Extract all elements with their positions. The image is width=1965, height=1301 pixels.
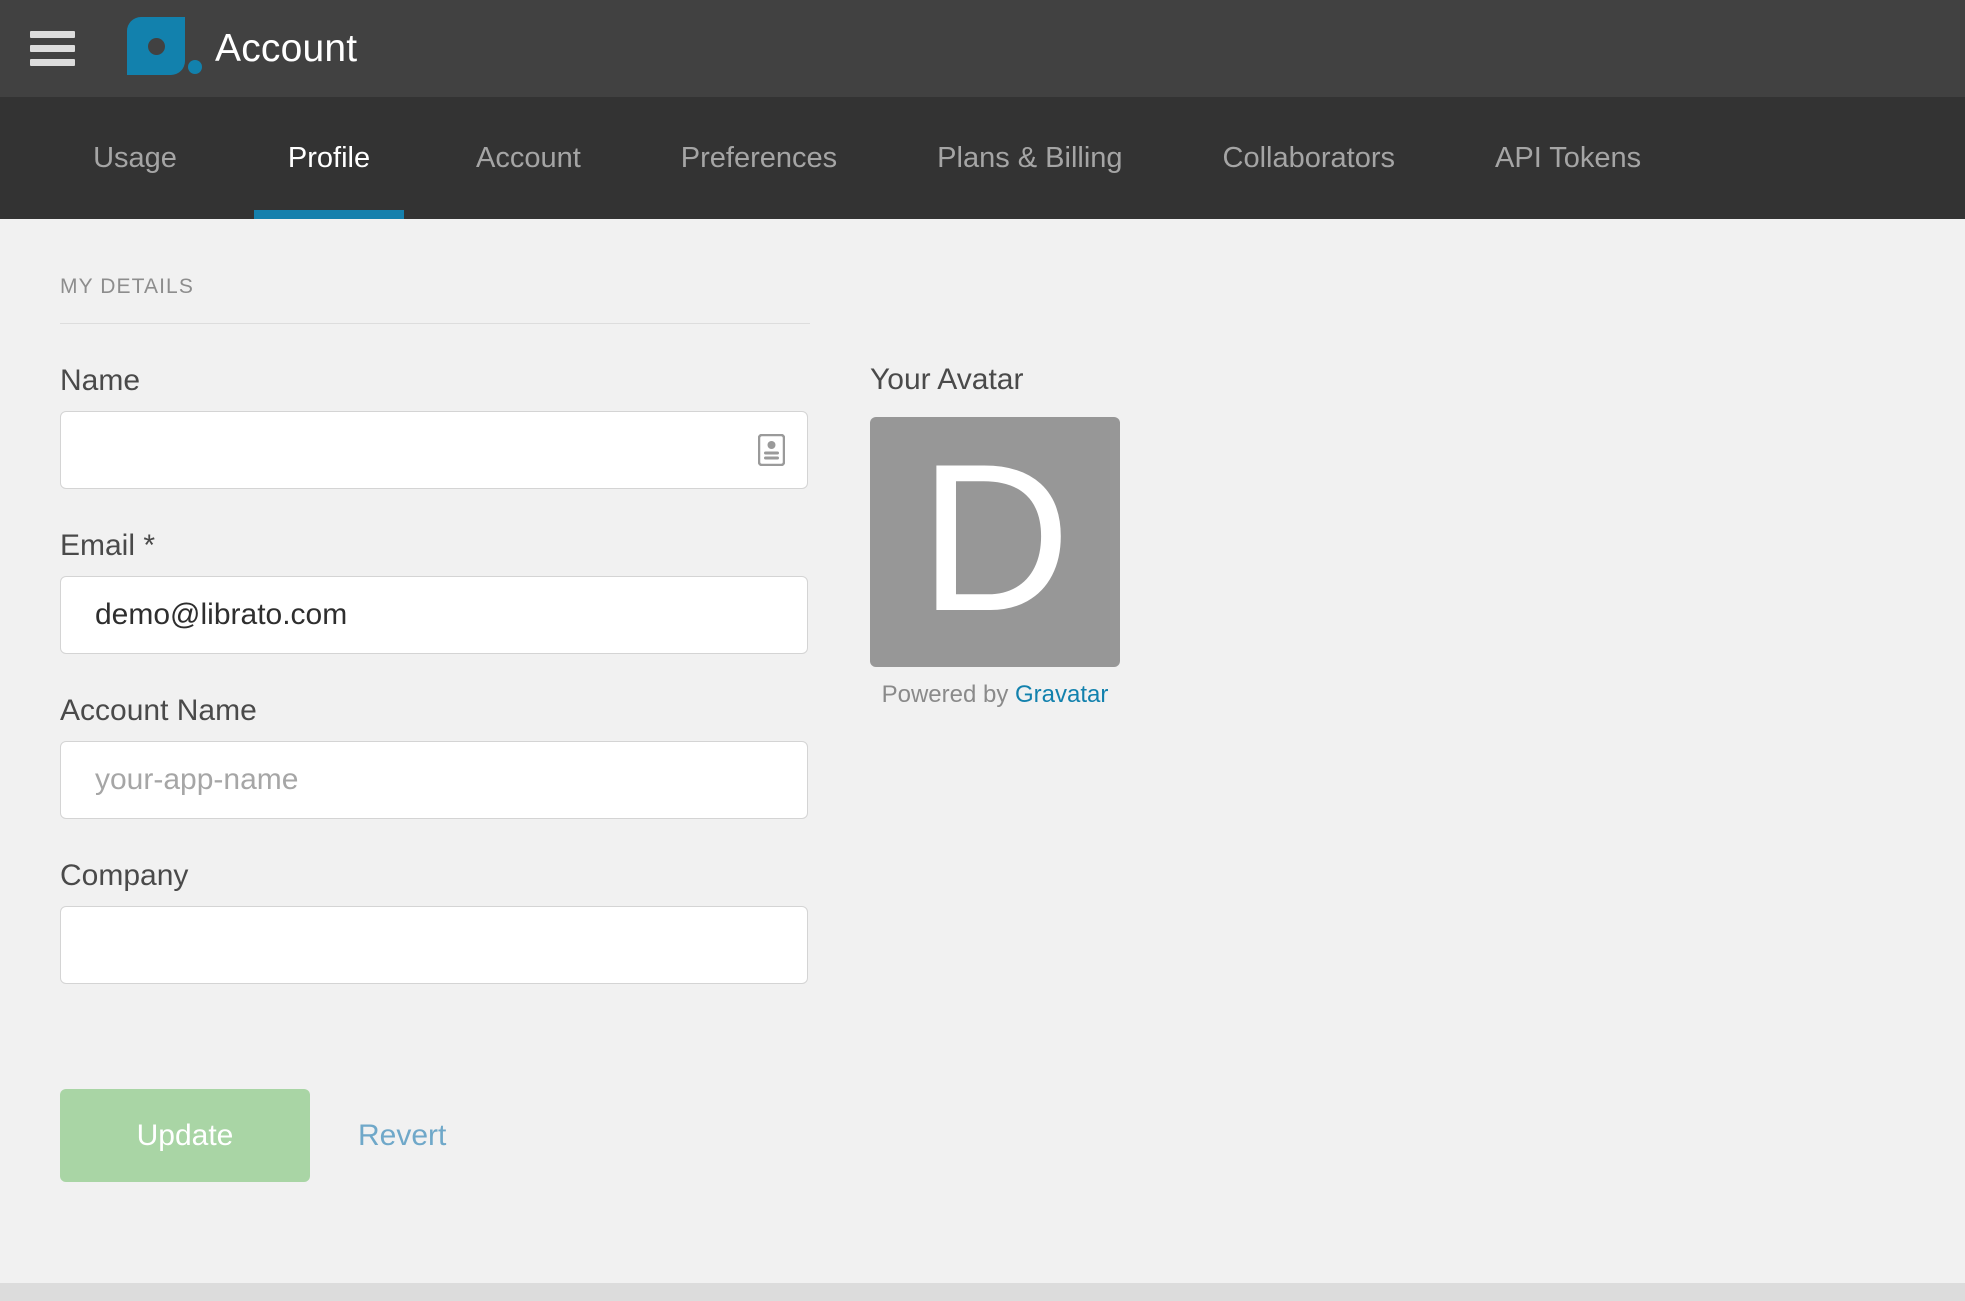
field-email-label: Email * (60, 529, 810, 563)
gravatar-link[interactable]: Gravatar (1015, 681, 1108, 708)
tab-profile[interactable]: Profile (254, 97, 404, 219)
field-company: Company (60, 859, 810, 984)
contact-card-icon[interactable] (757, 433, 786, 467)
email-input[interactable] (60, 576, 808, 654)
top-bar: Account (0, 0, 1965, 97)
field-name-input-wrap (60, 411, 808, 489)
tab-plans-billing[interactable]: Plans & Billing (909, 97, 1150, 219)
field-company-input-wrap (60, 906, 808, 984)
avatar-caption-prefix: Powered by (881, 681, 1009, 708)
tab-api-tokens[interactable]: API Tokens (1467, 97, 1669, 219)
tab-label: Profile (287, 141, 371, 174)
field-account-name: Account Name (60, 694, 810, 819)
page-title: Account (215, 27, 358, 70)
profile-form: MY DETAILS Name Email * demo@librato.com… (60, 275, 810, 1182)
required-marker: * (143, 529, 156, 562)
bottom-strip (0, 1283, 1965, 1301)
field-email: Email * (60, 529, 810, 654)
logo-outer-dot (188, 60, 202, 74)
field-email-input-wrap (60, 576, 808, 654)
tab-account[interactable]: Account (448, 97, 609, 219)
field-account-name-input-wrap (60, 741, 808, 819)
content-area: MY DETAILS Name Email * demo@librato.com… (0, 219, 1965, 1182)
tab-usage[interactable]: Usage (60, 97, 210, 219)
name-input[interactable] (60, 411, 808, 489)
form-actions: Update Revert (60, 1089, 810, 1182)
section-heading: MY DETAILS (60, 275, 810, 324)
update-button[interactable]: Update (60, 1089, 310, 1182)
field-name-label: Name (60, 364, 141, 397)
tab-collaborators[interactable]: Collaborators (1195, 97, 1423, 219)
company-input[interactable] (60, 906, 808, 984)
hamburger-icon[interactable] (30, 31, 75, 66)
tab-label: Preferences (680, 141, 838, 174)
avatar-section: Your Avatar D Powered by Gravatar (870, 275, 1120, 709)
librato-logo-icon (127, 17, 202, 80)
avatar-heading: Your Avatar (870, 363, 1024, 396)
tab-label: Account (476, 141, 581, 174)
account-name-input[interactable] (60, 741, 808, 819)
tab-bar: Usage Profile Account Preferences Plans … (0, 97, 1965, 219)
hamburger-bar-3 (30, 59, 75, 66)
hamburger-bar-2 (30, 45, 75, 52)
avatar[interactable]: D (870, 417, 1120, 667)
tab-label: Plans & Billing (937, 141, 1123, 174)
tab-preferences[interactable]: Preferences (653, 97, 865, 219)
field-account-name-label: Account Name (60, 694, 257, 727)
tab-label: Collaborators (1222, 141, 1396, 174)
avatar-caption: Powered by Gravatar (870, 681, 1120, 709)
brand-home-link[interactable]: Account (127, 17, 357, 80)
tab-label: Usage (93, 141, 177, 174)
logo-inner-dot (148, 38, 165, 55)
field-company-label: Company (60, 859, 189, 892)
field-name: Name (60, 364, 810, 489)
hamburger-bar-1 (30, 31, 75, 38)
avatar-initial: D (919, 420, 1071, 655)
revert-link[interactable]: Revert (358, 1119, 446, 1153)
field-email-label-text: Email (60, 529, 136, 562)
tab-label: API Tokens (1495, 141, 1642, 174)
